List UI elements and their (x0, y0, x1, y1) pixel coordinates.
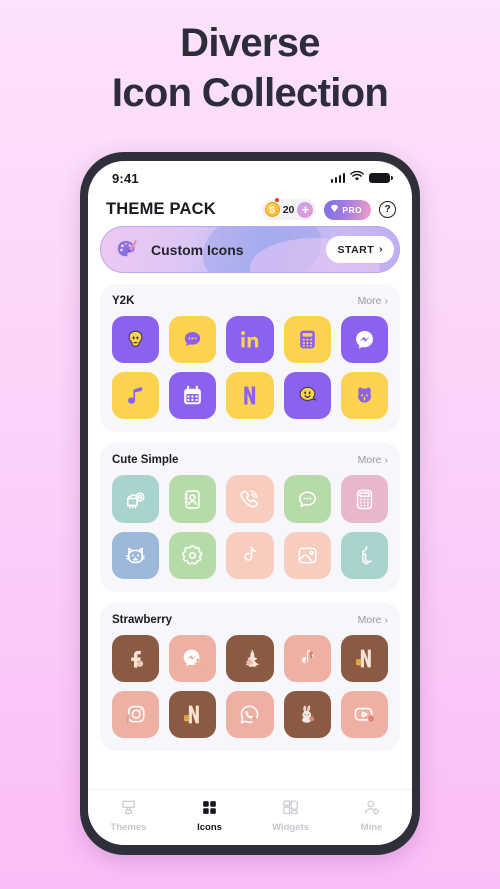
icon-grid (112, 475, 388, 579)
cute-tumblr-icon[interactable] (340, 531, 388, 579)
y2k-linkedin-icon[interactable] (226, 316, 274, 364)
start-button-label: START (337, 243, 375, 256)
status-time: 9:41 (112, 170, 139, 186)
app-header-actions: S 20 + PRO ? (261, 198, 396, 220)
phone-screen: 9:41 THEME PACK S 20 + PRO ? Custom Icon… (88, 161, 412, 845)
icon-section: Strawberry More › (100, 602, 400, 752)
chevron-right-icon: › (379, 244, 383, 255)
strawberry-tiktok-icon[interactable] (283, 634, 331, 683)
pro-badge-button[interactable]: PRO (324, 199, 371, 220)
start-button[interactable]: START › (326, 236, 394, 263)
cute-contacts-icon[interactable] (169, 475, 217, 523)
y2k-calendar-icon[interactable] (169, 372, 217, 420)
bottom-tab-bar: Themes Icons Widgets Mine (88, 789, 412, 845)
section-more-button[interactable]: More › (358, 614, 388, 626)
section-header: Strawberry More › (112, 614, 388, 626)
icon-sections: Y2K More › Cute Simple More › Strawberry More › (100, 273, 400, 752)
main-content: Custom Icons START › Y2K More › Cute Simple… (88, 226, 412, 789)
section-header: Cute Simple More › (112, 454, 388, 466)
cute-photos-icon[interactable] (283, 531, 331, 579)
tab-themes[interactable]: Themes (88, 798, 169, 833)
notification-dot-icon (274, 198, 279, 202)
strawberry-messenger-icon[interactable] (169, 634, 217, 683)
coin-balance-button[interactable]: S 20 + (261, 198, 317, 220)
diamond-icon (330, 204, 339, 215)
tab-label: Themes (110, 822, 147, 833)
coin-count: 20 (282, 203, 295, 216)
y2k-dog-icon[interactable] (340, 372, 388, 420)
chevron-right-icon: › (384, 295, 389, 307)
palette-brush-icon (115, 237, 141, 263)
section-header: Y2K More › (112, 295, 388, 307)
section-more-button[interactable]: More › (358, 454, 388, 466)
strawberry-facebook-icon[interactable] (112, 634, 160, 682)
phone-mockup: 9:41 THEME PACK S 20 + PRO ? Custom Icon… (80, 152, 420, 855)
battery-icon (369, 172, 393, 184)
cute-calculator-icon[interactable] (340, 475, 388, 523)
strawberry-snapchat-icon[interactable] (226, 634, 274, 683)
section-more-label: More (357, 613, 382, 626)
cute-messages-icon[interactable] (283, 475, 331, 523)
section-more-label: More (357, 295, 382, 307)
section-more-button[interactable]: More › (358, 295, 388, 307)
tab-mine[interactable]: Mine (331, 798, 412, 833)
strawberry-netflix-2-icon[interactable] (169, 691, 217, 739)
section-title: Y2K (112, 295, 135, 307)
cute-cat-face-icon[interactable] (112, 531, 160, 579)
strawberry-instagram-icon[interactable] (112, 691, 160, 739)
cute-tiktok-icon[interactable] (226, 531, 274, 579)
banner-label: Custom Icons (151, 241, 244, 258)
y2k-ghost-face-icon[interactable] (112, 316, 160, 364)
section-title: Cute Simple (112, 454, 179, 467)
cellular-signal-icon (330, 173, 345, 183)
y2k-messenger-icon[interactable] (340, 316, 388, 364)
status-indicators (330, 169, 393, 187)
tab-icons[interactable]: Icons (169, 798, 250, 833)
section-title: Strawberry (112, 613, 173, 626)
strawberry-bunny-icon[interactable] (283, 691, 331, 739)
page-title: Diverse Icon Collection (0, 18, 500, 119)
headline-line-1: Diverse (180, 21, 320, 65)
section-more-label: More (357, 454, 382, 467)
tab-widgets[interactable]: Widgets (250, 798, 331, 833)
chevron-right-icon: › (384, 613, 389, 626)
app-title: THEME PACK (106, 200, 216, 218)
icon-grid (112, 634, 388, 739)
y2k-messages-icon[interactable] (169, 316, 217, 364)
person-gear-icon (362, 798, 381, 817)
y2k-calculator-icon[interactable] (283, 316, 331, 364)
custom-icons-banner[interactable]: Custom Icons START › (100, 226, 400, 273)
strawberry-netflix-icon[interactable] (340, 634, 388, 683)
app-header: THEME PACK S 20 + PRO ? (88, 191, 412, 226)
cute-cat-camera-icon[interactable] (112, 475, 160, 523)
wifi-icon (350, 169, 364, 187)
headline-line-2: Icon Collection (111, 71, 389, 116)
y2k-netflix-icon[interactable] (226, 372, 274, 420)
icon-section: Cute Simple More › (100, 443, 400, 592)
coin-icon: S (264, 202, 280, 217)
chevron-right-icon: › (384, 454, 389, 467)
strawberry-whatsapp-icon[interactable] (226, 691, 274, 739)
strawberry-youtube-icon[interactable] (340, 691, 388, 739)
cute-phone-icon[interactable] (226, 475, 274, 523)
y2k-music-icon[interactable] (112, 372, 160, 420)
tab-label: Icons (197, 822, 222, 833)
help-circle-icon[interactable]: ? (379, 201, 396, 218)
pro-badge-label: PRO (342, 204, 362, 215)
cute-settings-icon[interactable] (169, 531, 217, 579)
icon-section: Y2K More › (100, 284, 400, 433)
icons-grid-icon (200, 798, 219, 817)
themes-icon (119, 798, 138, 817)
y2k-smiley-icon[interactable] (283, 372, 331, 420)
add-coins-button[interactable]: + (297, 201, 314, 218)
icon-grid (112, 316, 388, 420)
tab-label: Widgets (272, 822, 309, 833)
tab-label: Mine (360, 822, 383, 833)
widgets-icon (281, 798, 300, 817)
status-bar: 9:41 (88, 161, 412, 191)
